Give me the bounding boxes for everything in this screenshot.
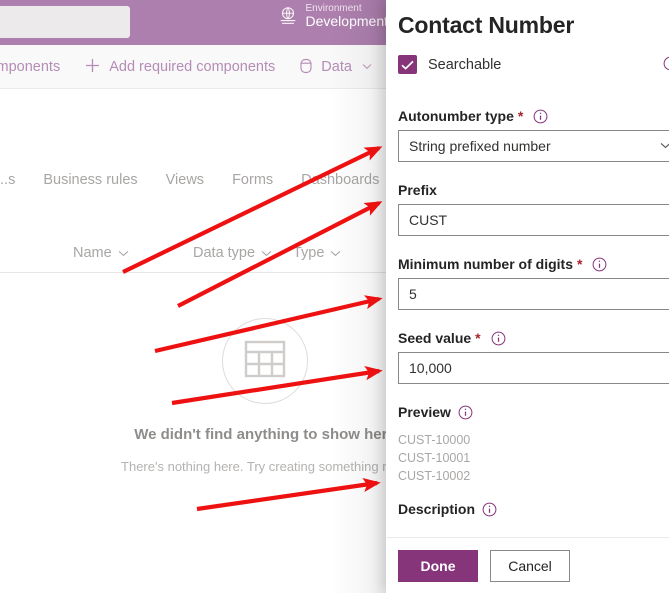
column-header-type-label: Type <box>293 245 325 261</box>
panel-footer: Done Cancel <box>386 537 669 593</box>
autonumber-type-value: String prefixed number <box>409 138 551 154</box>
searchable-checkbox[interactable] <box>398 55 417 74</box>
preview-label-text: Preview <box>398 404 451 420</box>
command-data[interactable]: Data <box>287 45 384 89</box>
chevron-down-icon <box>118 245 129 261</box>
field-autonumber-type-label-text: Autonumber type <box>398 108 514 124</box>
preview-item: CUST-10000 <box>398 433 471 447</box>
environment-text: Environment Development <box>306 3 389 30</box>
empty-state-circle <box>222 318 308 404</box>
tab-business-rules[interactable]: Business rules <box>29 172 151 188</box>
cancel-button[interactable]: Cancel <box>490 549 570 582</box>
tab-dashboards[interactable]: Dashboards <box>287 172 393 188</box>
environment-indicator[interactable]: Environment Development <box>277 3 389 30</box>
required-asterisk: * <box>577 256 583 272</box>
field-prefix-label-text: Prefix <box>398 182 437 198</box>
info-icon[interactable] <box>533 109 548 124</box>
field-autonumber-type-label: Autonumber type * <box>398 108 669 124</box>
searchable-row[interactable]: Searchable <box>398 55 669 74</box>
info-icon[interactable] <box>592 257 607 272</box>
plus-icon <box>84 57 101 77</box>
field-minimum-number-of-digits-label-text: Minimum number of digits <box>398 256 573 272</box>
prefix-value: CUST <box>409 212 448 228</box>
field-prefix: Prefix CUST <box>398 182 669 236</box>
field-seed-value-label: Seed value * <box>398 330 669 346</box>
seed-value-value: 10,000 <box>409 360 452 376</box>
required-asterisk: * <box>517 108 524 124</box>
chevron-down-icon <box>362 62 372 73</box>
contact-number-panel: Contact Number Searchable Autonumber typ… <box>386 0 669 593</box>
command-add-required-components[interactable]: Add required components <box>72 45 287 89</box>
info-icon[interactable] <box>458 405 473 420</box>
field-prefix-label: Prefix <box>398 182 669 198</box>
field-seed-value: Seed value * 10,000 <box>398 330 669 384</box>
tab-forms[interactable]: Forms <box>218 172 287 188</box>
tab-keys[interactable]: ...s <box>0 172 29 188</box>
column-header-type[interactable]: Type <box>293 245 341 261</box>
command-data-label: Data <box>321 59 352 75</box>
column-header-data-type[interactable]: Data type <box>193 245 272 261</box>
chevron-down-icon <box>660 141 669 152</box>
required-asterisk: * <box>475 330 481 346</box>
description-label: Description <box>398 501 669 517</box>
field-autonumber-type: Autonumber type * String prefixed number <box>398 108 669 162</box>
tab-views[interactable]: Views <box>152 172 218 188</box>
preview-item: CUST-10002 <box>398 468 471 483</box>
column-header-data-type-label: Data type <box>193 245 256 261</box>
seed-value-input[interactable]: 10,000 <box>398 352 669 384</box>
description-label-text: Description <box>398 501 476 518</box>
command-subcomponents[interactable]: ...ubcomponents <box>0 45 72 89</box>
minimum-number-of-digits-input[interactable]: 5 <box>398 278 669 310</box>
searchable-label: Searchable <box>428 56 502 73</box>
environment-globe-icon <box>277 5 299 27</box>
chevron-down-icon <box>261 245 272 261</box>
table-icon <box>244 340 286 383</box>
environment-value: Development <box>305 13 389 30</box>
screenshot-root: Environment Development ...ubcomponents … <box>0 0 669 593</box>
panel-title: Contact Number <box>398 12 575 38</box>
preview-label: Preview <box>398 404 669 420</box>
info-icon[interactable] <box>491 331 506 346</box>
search-input[interactable] <box>0 6 130 38</box>
field-minimum-number-of-digits-label: Minimum number of digits * <box>398 256 669 272</box>
done-button[interactable]: Done <box>398 549 478 582</box>
info-icon[interactable] <box>482 502 497 517</box>
field-minimum-number-of-digits: Minimum number of digits * 5 <box>398 256 669 310</box>
panel-body: Contact Number Searchable Autonumber typ… <box>386 0 669 537</box>
autonumber-type-dropdown[interactable]: String prefixed number <box>398 130 669 162</box>
column-header-name-label: Name <box>73 245 112 261</box>
chevron-down-icon <box>330 245 341 261</box>
prefix-input[interactable]: CUST <box>398 204 669 236</box>
column-header-name[interactable]: Name <box>73 245 129 261</box>
info-icon[interactable] <box>663 56 669 76</box>
command-add-required-components-label: Add required components <box>109 59 276 75</box>
database-icon <box>299 58 313 77</box>
minimum-number-of-digits-value: 5 <box>409 286 417 302</box>
command-subcomponents-label: ...ubcomponents <box>0 59 61 75</box>
field-seed-value-label-text: Seed value <box>398 330 472 346</box>
preview-item: CUST-10001 <box>398 450 471 465</box>
preview-list: CUST-10000 CUST-10001 CUST-10002 <box>398 432 669 485</box>
